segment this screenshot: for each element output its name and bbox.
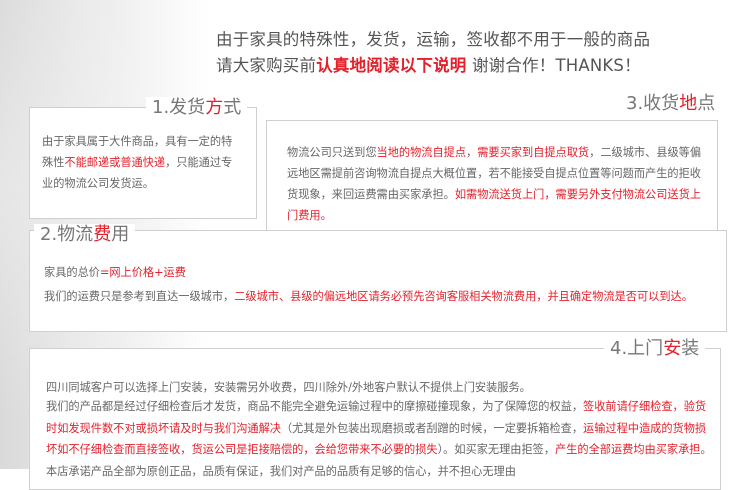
text: （尤其是外包装出现磨损或者刮蹭的时候，一定要拆箱检查， [280,421,584,435]
text: ， [466,146,478,159]
title-highlight: 方 [205,97,224,118]
title-text-end: 点 [697,93,716,114]
intro-line-2: 请大家购买前认真地阅读以下说明 谢谢合作！THANKS！ [216,53,736,79]
installation-line-1: 四川同城客户可以选择上门安装，安装需另外收费，四川除外/外地客户默认不提供上门安… [46,381,531,394]
title-text: 2.物流 [40,224,94,245]
shipping-fee-title: 2.物流费用 [34,224,136,246]
text: 我们的运费只是参考到直达一级城市， [44,290,235,303]
delivery-location-title: 3.收货地点 [620,93,722,115]
title-highlight: 地 [679,93,698,114]
shipping-fee-note: 我们的运费只是参考到直达一级城市，二级城市、县级的偏远地区请务必预先咨询客服相关… [44,287,704,306]
intro-line-1: 由于家具的特殊性，发货，运输，签收都不用于一般的商品 [216,30,651,49]
text-highlight: 二级城市、县级的偏远地区请务必预先咨询客服相关物流费用，并且确定物流是否可以到达… [234,290,693,303]
text: ）。如买家无理由拒签， [437,443,556,456]
total-price-formula: 家具的总价=网上价格+运费 [44,262,444,283]
text: 我们的产品都是经过仔细检查后才发货，商品不能完全避免运输过程中的摩擦碰撞现象，为… [46,400,584,413]
text-highlight: 当地的物流自提点 [376,146,467,159]
title-text: 1.发货 [152,97,206,118]
text-highlight: 不能邮递或普通快递 [64,156,166,169]
title-text-end: 用 [111,224,130,245]
title-text: 4.上门 [610,338,664,359]
title-highlight: 费 [93,224,112,245]
delivery-location-text: 物流公司只送到您当地的物流自提点，需要买家到自提点取货，二级城市、县级等偏远地区… [287,142,712,226]
installation-text: 我们的产品都是经过仔细检查后才发货，商品不能完全避免运输过程中的摩擦碰撞现象，为… [46,396,714,482]
text-highlight: =网上价格+运费 [99,266,186,279]
title-highlight: 安 [663,338,682,359]
text-highlight: 需要买家到自提点取货 [477,146,590,159]
title-text-end: 式 [223,97,242,118]
text-highlight: 产生的全部运费均由买家承担 [555,443,701,456]
intro-line-2-highlight: 认真地阅读以下说明 [316,56,467,75]
intro-line-2-thanks: 谢谢合作！THANKS！ [466,56,641,75]
text: 物流公司只送到您 [287,146,377,159]
shipping-method-text: 由于家具属于大件商品，具有一定的特殊性不能邮递或普通快递，只能通过专业的物流公司… [42,131,242,194]
installation-title: 4.上门安装 [604,338,706,360]
intro-notice: 由于家具的特殊性，发货，运输，签收都不用于一般的商品 请大家购买前认真地阅读以下… [216,27,736,79]
text: 家具的总价 [44,266,100,279]
shipping-method-title: 1.发货方式 [146,97,248,119]
intro-line-2-pre: 请大家购买前 [216,56,317,75]
title-text: 3.收货 [626,93,680,114]
title-text-end: 装 [681,338,700,359]
